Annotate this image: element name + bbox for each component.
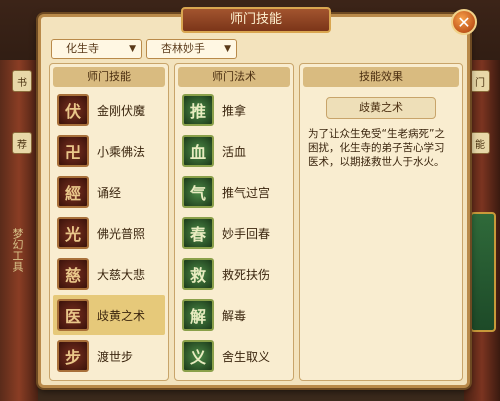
school-skill-label: 渡世步	[97, 349, 134, 364]
school-skill-label: 大慈大悲	[97, 267, 146, 282]
school-art-label: 舍生取义	[222, 349, 271, 364]
compassion-icon: 慈	[57, 258, 89, 290]
school-skill-item[interactable]: 經诵经	[53, 172, 165, 212]
school-art-label: 推气过宫	[222, 185, 271, 200]
sacrifice-icon: 义	[182, 340, 214, 372]
sub-school-select-value: 杏林妙手	[161, 42, 205, 55]
step-icon: 步	[57, 340, 89, 372]
school-art-label: 妙手回春	[222, 226, 271, 241]
effect-description: 为了让众生免受“生老病死”之困扰，化生寺的弟子苦心学习医术，以期拯救世人于水火。	[308, 128, 445, 168]
side-tag-3[interactable]: 门	[470, 70, 490, 92]
school-skills-panel: 师门技能 ✕ 化生寺 ▼ 杏林妙手 ▼ 师门技能 伏金刚伏魔卍小乘佛法經诵经光佛…	[38, 7, 477, 388]
school-skill-item[interactable]: 步渡世步	[53, 336, 165, 376]
effect-skill-name: 歧黄之术	[326, 97, 436, 119]
school-skills-list: 伏金刚伏魔卍小乘佛法經诵经光佛光普照慈大慈大悲医歧黄之术步渡世步	[50, 90, 168, 376]
side-tag-1[interactable]: 书	[12, 70, 32, 92]
school-skill-label: 小乘佛法	[97, 144, 146, 159]
chevron-down-icon: ▼	[224, 44, 231, 54]
vajra-icon: 伏	[57, 94, 89, 126]
school-arts-column: 师门法术 推推拿血活血气推气过宫春妙手回春救救死扶伤解解毒义舍生取义	[174, 63, 294, 381]
side-vertical-label: 梦幻工具	[11, 228, 24, 272]
school-art-label: 救死扶伤	[222, 267, 271, 282]
blood-icon: 血	[182, 135, 214, 167]
massage-icon: 推	[182, 94, 214, 126]
buddha-light-icon: 光	[57, 217, 89, 249]
dharma-icon: 卍	[57, 135, 89, 167]
school-skills-column: 师门技能 伏金刚伏魔卍小乘佛法經诵经光佛光普照慈大慈大悲医歧黄之术步渡世步	[49, 63, 169, 381]
decor-lantern	[470, 212, 496, 332]
school-art-label: 解毒	[222, 308, 247, 323]
school-skill-label: 歧黄之术	[97, 308, 146, 323]
chevron-down-icon: ▼	[129, 44, 136, 54]
school-skills-header: 师门技能	[53, 67, 165, 87]
school-arts-list: 推推拿血活血气推气过宫春妙手回春救救死扶伤解解毒义舍生取义	[175, 90, 293, 376]
school-art-item[interactable]: 春妙手回春	[178, 213, 290, 253]
skill-effect-column: 技能效果 歧黄之术 为了让众生免受“生老病死”之困扰，化生寺的弟子苦心学习医术，…	[299, 63, 463, 381]
rescue-icon: 救	[182, 258, 214, 290]
school-skill-item[interactable]: 卍小乘佛法	[53, 131, 165, 171]
qi-icon: 气	[182, 176, 214, 208]
school-art-label: 推拿	[222, 103, 247, 118]
school-select[interactable]: 化生寺 ▼	[51, 39, 142, 59]
school-select-value: 化生寺	[66, 42, 99, 55]
school-art-item[interactable]: 血活血	[178, 131, 290, 171]
panel-title: 师门技能	[181, 7, 331, 33]
school-skill-label: 诵经	[97, 185, 122, 200]
school-skill-item[interactable]: 伏金刚伏魔	[53, 90, 165, 130]
school-skill-label: 佛光普照	[97, 226, 146, 241]
school-art-item[interactable]: 气推气过宫	[178, 172, 290, 212]
school-skill-label: 金刚伏魔	[97, 103, 146, 118]
school-arts-header: 师门法术	[178, 67, 290, 87]
skill-effect-header: 技能效果	[303, 67, 459, 87]
school-skill-item[interactable]: 医歧黄之术	[53, 295, 165, 335]
medicine-icon: 医	[57, 299, 89, 331]
side-tag-4[interactable]: 能	[470, 132, 490, 154]
school-art-item[interactable]: 推推拿	[178, 90, 290, 130]
school-art-item[interactable]: 救救死扶伤	[178, 254, 290, 294]
school-skill-item[interactable]: 光佛光普照	[53, 213, 165, 253]
close-button[interactable]: ✕	[451, 9, 477, 35]
school-skill-item[interactable]: 慈大慈大悲	[53, 254, 165, 294]
school-art-item[interactable]: 解解毒	[178, 295, 290, 335]
rejuvenate-icon: 春	[182, 217, 214, 249]
sub-school-select[interactable]: 杏林妙手 ▼	[146, 39, 237, 59]
school-art-label: 活血	[222, 144, 247, 159]
school-art-item[interactable]: 义舍生取义	[178, 336, 290, 376]
detox-icon: 解	[182, 299, 214, 331]
side-tag-2[interactable]: 荐	[12, 132, 32, 154]
close-icon: ✕	[457, 12, 471, 32]
scripture-icon: 經	[57, 176, 89, 208]
